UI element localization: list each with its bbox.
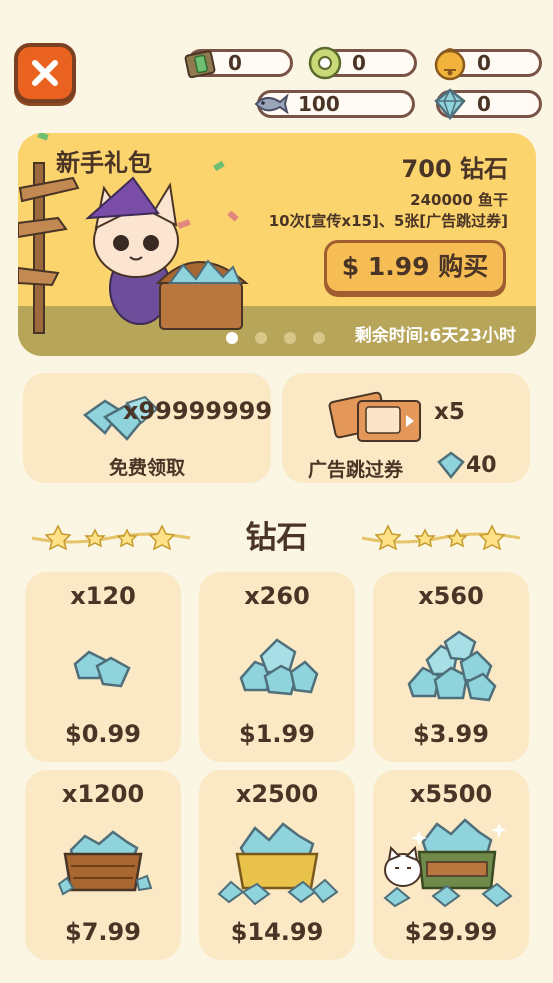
pack-quantity: x120	[70, 582, 136, 610]
free-claim-label: 免费领取	[108, 457, 185, 479]
page-dot[interactable]	[255, 332, 267, 344]
resource-bells: 0	[434, 48, 542, 81]
pack-quantity: x260	[244, 582, 310, 610]
page-dot[interactable]	[284, 332, 296, 344]
diamond-pack-1200[interactable]: x1200 $7.99	[25, 770, 181, 960]
diamond-small-pile-icon	[73, 650, 131, 688]
resource-tickets: 0	[184, 49, 293, 79]
diamond-pile-icon	[239, 638, 319, 696]
resource-fish: 100	[254, 90, 415, 118]
banner-page-dots	[226, 332, 325, 344]
starter-pack-fish: 240000 鱼干	[410, 191, 508, 209]
ticket-icon	[184, 50, 216, 79]
page-dot[interactable]	[226, 332, 238, 344]
diamond-pack-2500[interactable]: x2500 $14.99	[199, 770, 355, 960]
diamond-basket-icon	[57, 830, 153, 896]
diamond-pack-120[interactable]: x120 $0.99	[25, 572, 181, 762]
close-x-icon	[32, 60, 58, 86]
free-diamond-quantity: x99999999	[123, 397, 273, 425]
ad-skip-cost: 40	[466, 453, 497, 478]
diamond-icon	[437, 451, 465, 480]
diamond-large-pile-icon	[407, 630, 497, 702]
resource-diamonds: 0	[434, 88, 542, 121]
starter-pack-diamonds: 700 钻石	[401, 155, 508, 183]
diamond-icon	[434, 88, 466, 121]
pack-price: $14.99	[230, 918, 324, 946]
resource-tickets-value: 0	[228, 51, 242, 75]
pack-quantity: x2500	[235, 780, 319, 808]
free-claim-card[interactable]: x99999999 免费领取	[23, 373, 273, 483]
close-button[interactable]	[14, 43, 76, 103]
coin-icon	[308, 46, 342, 80]
remaining-time: 剩余时间:6天23小时	[354, 326, 516, 346]
resource-coins-value: 0	[352, 51, 366, 75]
fish-icon	[254, 93, 289, 115]
ad-skip-quantity: x5	[434, 399, 465, 425]
starter-pack-banner[interactable]: 新手礼包 700 钻石 240000 鱼干 10次[宣传x15]、5张[广告跳过…	[18, 133, 536, 356]
resource-fish-value: 100	[298, 92, 340, 116]
pack-price: $7.99	[65, 918, 141, 946]
pack-quantity: x560	[418, 582, 484, 610]
pack-price: $29.99	[404, 918, 498, 946]
bell-icon	[434, 48, 466, 81]
resource-diamonds-value: 0	[477, 92, 491, 116]
pack-price: $0.99	[65, 720, 141, 748]
diamond-pack-5500[interactable]: x5500 $29.99	[373, 770, 529, 960]
starter-pack-detail: 10次[宣传x15]、5张[广告跳过券]	[268, 212, 508, 230]
pack-price: $1.99	[239, 720, 315, 748]
resource-bells-value: 0	[477, 51, 491, 75]
diamond-chest-cat-icon	[383, 818, 513, 908]
resource-coins: 0	[308, 46, 417, 80]
pack-price: $3.99	[413, 720, 489, 748]
page-dot[interactable]	[313, 332, 325, 344]
diamond-pack-560[interactable]: x560 $3.99	[373, 572, 529, 762]
ad-skip-label: 广告跳过券	[308, 459, 404, 481]
diamond-gold-box-icon	[217, 822, 339, 906]
diamond-pack-260[interactable]: x260 $1.99	[199, 572, 355, 762]
ad-skip-ticket-icon	[328, 391, 421, 442]
ad-skip-ticket-card[interactable]: x5 广告跳过券 40	[282, 373, 530, 483]
pack-quantity: x5500	[409, 780, 493, 808]
starter-pack-title: 新手礼包	[56, 149, 152, 177]
star-garland-right	[361, 524, 521, 551]
buy-button[interactable]: $ 1.99 购买	[324, 240, 506, 294]
pack-quantity: x1200	[61, 780, 145, 808]
